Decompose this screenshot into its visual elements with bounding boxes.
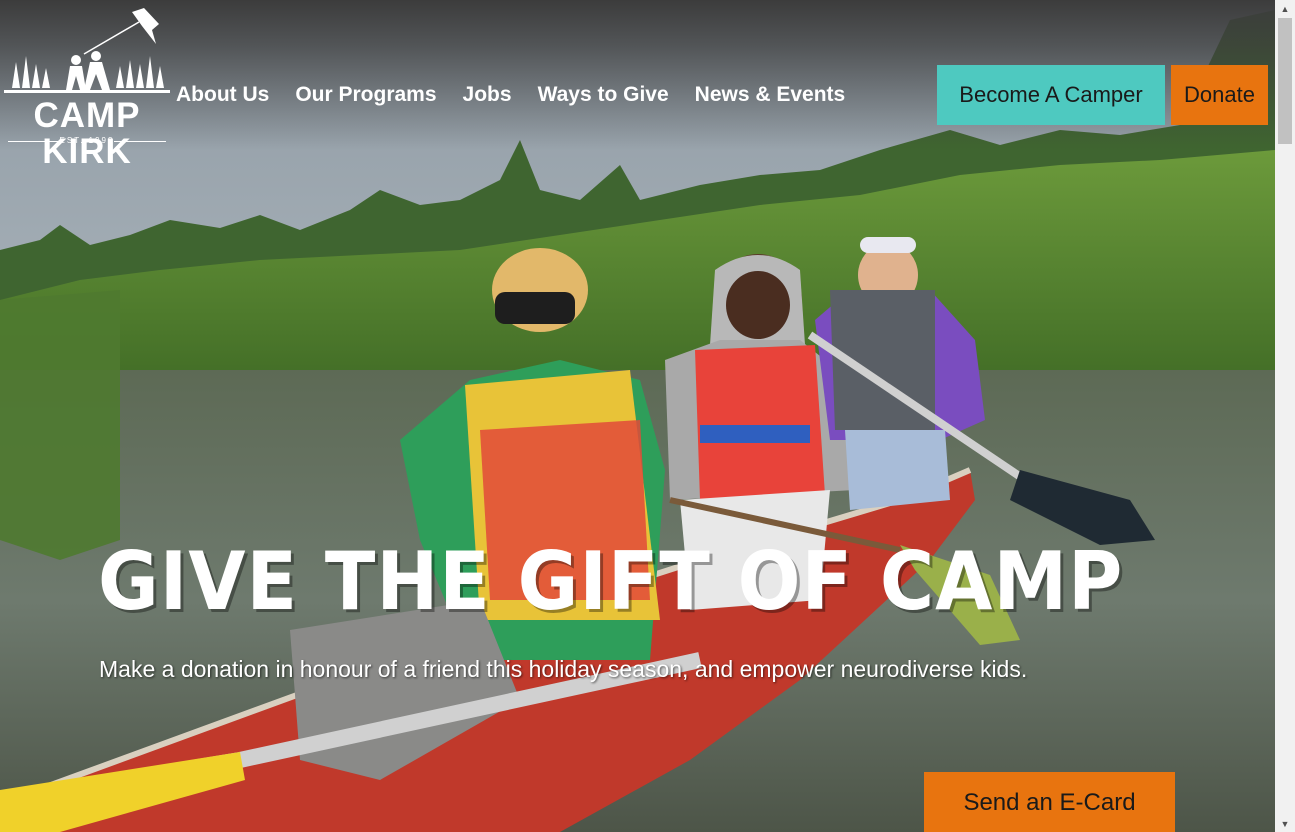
- scrollbar-thumb[interactable]: [1278, 18, 1292, 144]
- hero-subtext: Make a donation in honour of a friend th…: [99, 656, 1028, 682]
- logo-divider-right: [114, 141, 166, 142]
- up-arrow-icon[interactable]: ▲: [1275, 0, 1295, 17]
- scrollbar[interactable]: ▲ ▼: [1275, 0, 1295, 832]
- logo-trees-icon: [4, 8, 170, 93]
- nav-our-programs[interactable]: Our Programs: [295, 80, 436, 110]
- camp-kirk-logo[interactable]: CAMP KIRK EST. 1993: [4, 6, 170, 170]
- nav-jobs[interactable]: Jobs: [463, 80, 512, 110]
- send-ecard-button[interactable]: Send an E-Card: [924, 772, 1175, 832]
- main-nav: About Us Our Programs Jobs Ways to Give …: [176, 80, 871, 110]
- down-arrow-icon[interactable]: ▼: [1275, 815, 1295, 832]
- hero-headline: GIVE THE GIFT OF CAMP: [98, 535, 1124, 629]
- donate-button[interactable]: Donate: [1171, 65, 1268, 125]
- become-a-camper-button[interactable]: Become A Camper: [937, 65, 1165, 125]
- page: CAMP KIRK EST. 1993 About Us Our Program…: [0, 0, 1275, 832]
- nav-news-events[interactable]: News & Events: [695, 80, 846, 110]
- nav-ways-to-give[interactable]: Ways to Give: [538, 80, 669, 110]
- nav-about-us[interactable]: About Us: [176, 80, 269, 110]
- logo-name: CAMP KIRK: [33, 96, 141, 171]
